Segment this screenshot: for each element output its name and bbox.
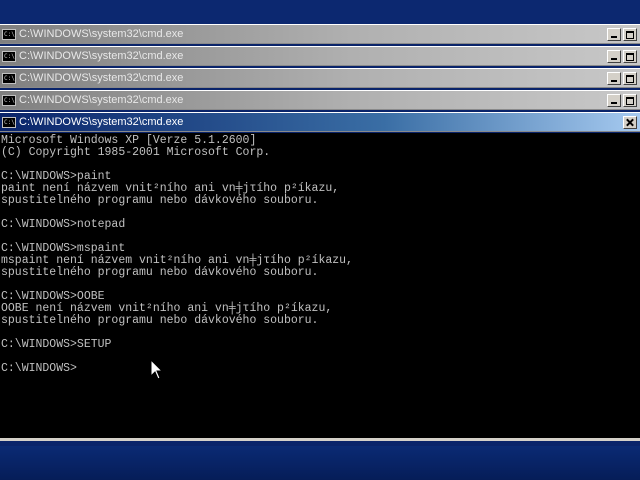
minimize-icon[interactable] <box>607 49 621 63</box>
window-title: C:\WINDOWS\system32\cmd.exe <box>19 72 184 84</box>
cmd-icon[interactable]: C:\ <box>2 94 16 106</box>
cmd-window-titlebar-1[interactable]: C:\ C:\WINDOWS\system32\cmd.exe <box>0 24 640 44</box>
cmd-icon[interactable]: C:\ <box>2 28 16 40</box>
maximize-icon[interactable] <box>623 27 637 41</box>
minimize-icon[interactable] <box>607 27 621 41</box>
maximize-icon[interactable] <box>623 71 637 85</box>
console-line: C:\WINDOWS>notepad <box>1 218 126 231</box>
cmd-icon[interactable]: C:\ <box>2 116 16 128</box>
window-title: C:\WINDOWS\system32\cmd.exe <box>19 94 184 106</box>
minimize-icon[interactable] <box>607 93 621 107</box>
desktop-background-top <box>0 0 640 24</box>
minimize-icon[interactable] <box>607 71 621 85</box>
console-line: spustitelného programu nebo dávkového so… <box>1 266 319 279</box>
window-title: C:\WINDOWS\system32\cmd.exe <box>19 116 184 128</box>
console-line: (C) Copyright 1985-2001 Microsoft Corp. <box>1 146 271 159</box>
window-bottom-border <box>0 438 640 441</box>
mouse-pointer-icon <box>150 359 164 380</box>
cmd-window-titlebar-3[interactable]: C:\ C:\WINDOWS\system32\cmd.exe <box>0 68 640 88</box>
console-line: spustitelného programu nebo dávkového so… <box>1 194 319 207</box>
cmd-window-titlebar-4[interactable]: C:\ C:\WINDOWS\system32\cmd.exe <box>0 90 640 110</box>
desktop-background-bottom <box>0 446 640 480</box>
cmd-icon[interactable]: C:\ <box>2 72 16 84</box>
cmd-icon[interactable]: C:\ <box>2 50 16 62</box>
cmd-window-titlebar-active[interactable]: C:\ C:\WINDOWS\system32\cmd.exe <box>0 112 640 132</box>
window-title: C:\WINDOWS\system32\cmd.exe <box>19 28 184 40</box>
console-text: Microsoft Windows XP [Verze 5.1.2600] (C… <box>0 133 640 375</box>
cmd-window-titlebar-2[interactable]: C:\ C:\WINDOWS\system32\cmd.exe <box>0 46 640 66</box>
close-icon[interactable] <box>623 115 637 129</box>
window-title: C:\WINDOWS\system32\cmd.exe <box>19 50 184 62</box>
maximize-icon[interactable] <box>623 93 637 107</box>
console-output-area[interactable]: Microsoft Windows XP [Verze 5.1.2600] (C… <box>0 133 640 438</box>
console-line: spustitelného programu nebo dávkového so… <box>1 314 319 327</box>
maximize-icon[interactable] <box>623 49 637 63</box>
console-line: C:\WINDOWS> <box>1 362 77 375</box>
console-line: C:\WINDOWS>SETUP <box>1 338 112 351</box>
